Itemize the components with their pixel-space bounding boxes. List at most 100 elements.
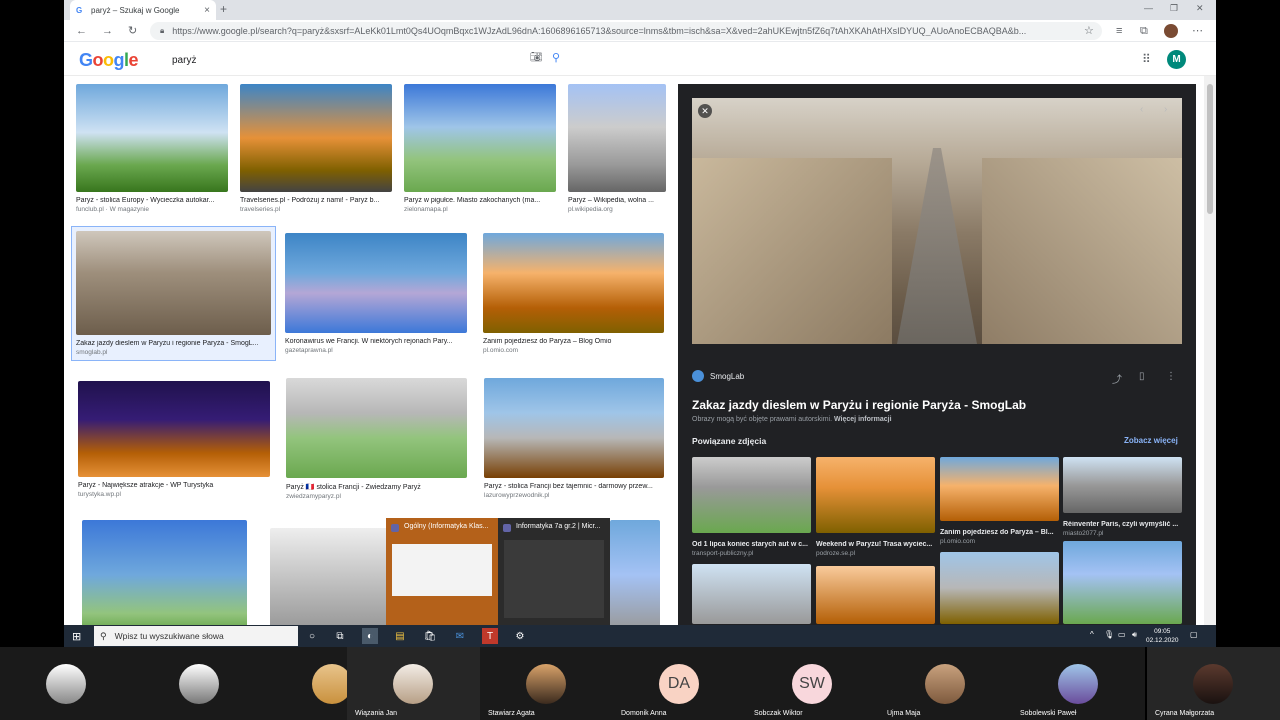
app-taskbar-icon[interactable]: ⚙	[512, 628, 528, 644]
participant-tile[interactable]: Wiązania Jan	[347, 647, 480, 720]
participant-avatar	[179, 664, 219, 704]
participant-tile[interactable]: Cyrana Małgorzata	[1147, 647, 1280, 720]
reload-icon[interactable]: ↻	[128, 24, 137, 38]
related-thumbnail[interactable]	[816, 566, 935, 624]
minimize-icon[interactable]: —	[1144, 3, 1153, 13]
forward-icon[interactable]: →	[102, 24, 113, 38]
microphone-icon[interactable]: 🎙︎	[1104, 630, 1114, 639]
related-thumbnail[interactable]: Weekend w Paryżu! Trasa wyciec... podroz…	[816, 457, 935, 557]
result-thumbnail[interactable]: Zanim pojedziesz do Paryża – Blog Omio p…	[483, 233, 664, 354]
participant-tile[interactable]: Sobolewski Paweł	[1012, 647, 1145, 720]
notifications-icon[interactable]: ▢	[1190, 630, 1198, 639]
mail-icon[interactable]: ✉	[452, 628, 468, 644]
menu-dots-icon[interactable]: ⋯	[1192, 24, 1203, 38]
taskbar-search-input[interactable]: ⚲ Wpisz tu wyszukiwane słowa	[94, 626, 298, 646]
reading-list-icon[interactable]: ≡	[1116, 24, 1122, 38]
related-thumbnail[interactable]: Zanim pojedziesz do Paryża – Bl... pl.om…	[940, 457, 1059, 545]
see-more-link[interactable]: Zobacz więcej	[1124, 436, 1178, 445]
result-thumbnail[interactable]: Paryż – Wikipedia, wolna ... pl.wikipedi…	[568, 84, 666, 213]
share-icon[interactable]: ⤴	[1112, 371, 1122, 386]
logo-letter: o	[103, 50, 114, 70]
task-view-icon[interactable]: ⧉	[332, 628, 348, 644]
google-logo[interactable]: Google	[79, 50, 139, 71]
related-image	[692, 564, 811, 624]
result-thumbnail[interactable]: Paryż 🇫🇷 stolica Francji - Zwiedzamy Par…	[286, 378, 467, 500]
more-info-link[interactable]: Więcej informacji	[834, 416, 892, 423]
cortana-icon[interactable]: ○	[304, 628, 320, 644]
participant-tile[interactable]: SW Sobczak Wiktor	[746, 647, 879, 720]
result-thumbnail[interactable]: Travelseries.pl - Podróżuj z nami! - Par…	[240, 84, 392, 213]
result-image	[483, 233, 664, 333]
related-thumbnail[interactable]: Od 1 lipca koniec starych aut w c... tra…	[692, 457, 811, 557]
previous-arrow-icon[interactable]: ‹	[1140, 104, 1143, 115]
participant-tile[interactable]	[133, 647, 266, 720]
result-thumbnail[interactable]: Paryż - stolica Francji bez tajemnic - d…	[484, 378, 664, 499]
related-image	[940, 552, 1059, 624]
participant-tile[interactable]	[0, 647, 133, 720]
edge-browser-icon[interactable]: ◐	[362, 628, 378, 644]
result-thumbnail[interactable]: Koronawirus we Francji. W niektórych rej…	[285, 233, 467, 354]
result-thumbnail[interactable]	[82, 520, 247, 625]
apps-grid-icon[interactable]: ⠿	[1142, 52, 1151, 66]
search-icon[interactable]: ⚲	[552, 51, 560, 64]
result-source: travelseries.pl	[240, 206, 281, 213]
taskbar-search-placeholder: Wpisz tu wyszukiwane słowa	[114, 631, 224, 641]
preview-title-right: Informatyka 7a gr.2 | Micr...	[516, 523, 601, 530]
result-thumbnail[interactable]	[610, 520, 660, 625]
result-thumbnail-selected[interactable]: Zakaz jazdy dieslem w Paryżu i regionie …	[71, 226, 276, 361]
store-icon[interactable]: 🛍︎	[422, 628, 438, 644]
participant-tile[interactable]: DA Domonik Anna	[613, 647, 746, 720]
address-bar[interactable]: 🔒︎ https://www.google.pl/search?q=paryż&…	[150, 22, 1102, 40]
extensions-icon[interactable]: ⧉	[1140, 24, 1148, 38]
preview-window-teams-right[interactable]: Informatyka 7a gr.2 | Micr...	[498, 518, 610, 625]
related-image	[816, 457, 935, 533]
result-thumbnail[interactable]	[270, 528, 390, 625]
close-tab-icon[interactable]: ×	[204, 5, 210, 16]
save-bookmark-icon[interactable]: ▯	[1139, 371, 1145, 382]
related-thumbnail[interactable]	[940, 552, 1059, 624]
volume-icon[interactable]: 🔊︎	[1132, 630, 1137, 640]
url-text: https://www.google.pl/search?q=paryż&sxs…	[172, 26, 1027, 36]
result-thumbnail[interactable]: Paryż - stolica Europy - Wycieczka autok…	[76, 84, 228, 213]
result-caption: Paryż - stolica Europy - Wycieczka autok…	[76, 197, 215, 204]
maximize-icon[interactable]: ❐	[1170, 3, 1178, 14]
windows-start-icon[interactable]: ⊞	[72, 630, 81, 643]
bookmark-star-icon[interactable]: ☆	[1084, 24, 1094, 38]
scrollbar-thumb[interactable]	[1207, 84, 1213, 214]
tab-strip: G paryż – Szukaj w Google × + — ❐ ✕	[64, 0, 1216, 20]
result-thumbnail[interactable]: Paryż - Największe atrakcje - WP Turysty…	[78, 381, 270, 498]
teams-taskbar-icon[interactable]: T	[482, 628, 498, 644]
search-input[interactable]: paryż 📷︎ ⚲	[160, 50, 570, 70]
camera-icon[interactable]: 📷︎	[530, 52, 543, 63]
network-icon[interactable]: ▭	[1118, 630, 1126, 639]
close-window-icon[interactable]: ✕	[1196, 3, 1204, 14]
result-thumbnail[interactable]: Paryż w pigułce. Miasto zakochanych (ma.…	[404, 84, 556, 213]
browser-tab[interactable]: G paryż – Szukaj w Google ×	[70, 0, 216, 20]
file-explorer-icon[interactable]: ▤	[392, 628, 408, 644]
close-icon[interactable]: ✕	[698, 104, 712, 118]
profile-avatar[interactable]	[1164, 24, 1178, 38]
result-caption: Zanim pojedziesz do Paryża – Blog Omio	[483, 338, 612, 345]
participant-name: Sobolewski Paweł	[1020, 710, 1077, 717]
back-icon[interactable]: ←	[76, 24, 87, 38]
preview-image[interactable]	[692, 98, 1182, 344]
tray-chevron-icon[interactable]: ^	[1090, 630, 1094, 639]
page-scrollbar[interactable]	[1204, 76, 1216, 625]
preview-window-teams-left[interactable]: Ogólny (Informatyka Klas...	[386, 518, 498, 625]
source-chip[interactable]: SmogLab	[692, 370, 744, 382]
new-tab-icon[interactable]: +	[220, 2, 227, 16]
user-avatar[interactable]: M	[1167, 50, 1186, 69]
related-thumbnail[interactable]: Réinventer Paris, czyli wymyślić ... mia…	[1063, 457, 1182, 537]
taskbar-clock[interactable]: 09:05 02.12.2020	[1146, 627, 1179, 645]
participant-tile[interactable]: Stawiarz Agata	[480, 647, 613, 720]
more-options-icon[interactable]: ⋮	[1166, 371, 1176, 382]
related-thumbnail[interactable]	[692, 564, 811, 624]
participant-name: Stawiarz Agata	[488, 710, 535, 717]
related-thumbnail[interactable]	[1063, 541, 1182, 624]
logo-letter: G	[79, 50, 93, 70]
next-arrow-icon[interactable]: ›	[1164, 104, 1167, 115]
lock-icon: 🔒︎	[160, 26, 165, 35]
preview-title[interactable]: Zakaz jazdy dieslem w Paryżu i regionie …	[692, 398, 1026, 412]
participant-tile[interactable]: Ujma Maja	[879, 647, 1012, 720]
related-caption: Réinventer Paris, czyli wymyślić ...	[1063, 521, 1179, 528]
